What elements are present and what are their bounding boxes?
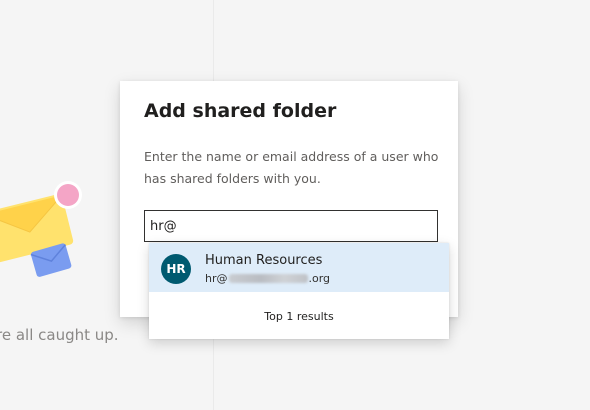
suggestion-email-suffix: .org [308, 271, 331, 285]
suggestion-email-prefix: hr@ [205, 271, 228, 285]
avatar: HR [161, 254, 191, 284]
suggestion-email: hr@ .org [205, 271, 330, 285]
dialog-title: Add shared folder [144, 100, 337, 122]
dialog-description: Enter the name or email address of a use… [144, 149, 439, 186]
people-suggestions-dropdown: HR Human Resources hr@ .org Top 1 results [149, 243, 449, 339]
suggestion-item[interactable]: HR Human Resources hr@ .org [149, 243, 449, 292]
suggestion-name: Human Resources [205, 253, 323, 268]
empty-inbox-illustration-icon [0, 181, 82, 277]
email-redaction-blur [228, 273, 308, 283]
results-count: Top 1 results [264, 310, 334, 323]
empty-state-text: re all caught up. [0, 326, 119, 344]
user-search-input[interactable] [144, 210, 438, 242]
